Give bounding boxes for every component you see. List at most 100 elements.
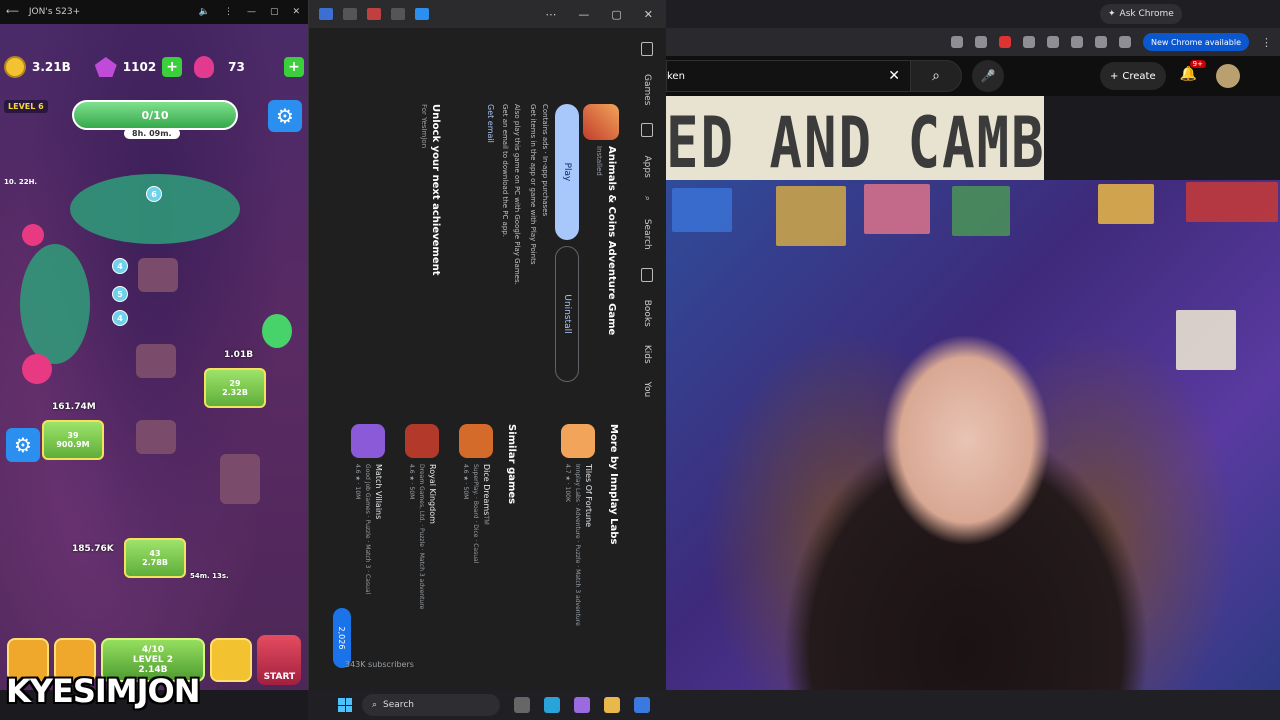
upgrade-card[interactable]: 39 900.9M	[42, 420, 104, 460]
like-count-fab[interactable]: 2,026	[333, 608, 351, 668]
close-icon[interactable]: ✕	[292, 7, 300, 17]
add-gems-button[interactable]: +	[162, 57, 183, 77]
build-gear-button[interactable]: ⚙	[6, 428, 40, 462]
achievement-card[interactable]: Unlock your next achievement For YesImJo…	[420, 104, 441, 364]
new-chrome-available-button[interactable]: New Chrome available	[1142, 33, 1249, 51]
count-bubble: 4	[112, 310, 128, 326]
channel-watermark: KYESIMJON	[6, 672, 201, 710]
youtube-search-input[interactable]: ken ✕	[666, 60, 910, 92]
clear-search-icon[interactable]: ✕	[888, 68, 910, 84]
resource-bar: 3.21B 1102 + 73 +	[4, 54, 304, 80]
search-icon: ⌕	[372, 700, 378, 710]
profile-icon[interactable]	[1118, 36, 1131, 48]
download-icon[interactable]	[1094, 36, 1107, 48]
more-icon[interactable]: ⋯	[545, 8, 556, 21]
creature-icon[interactable]	[22, 224, 44, 246]
puzzle-icon[interactable]	[1070, 36, 1083, 48]
back-icon[interactable]: ⟵	[6, 7, 19, 17]
get-email-link[interactable]: Get email	[486, 104, 495, 143]
browser-tab[interactable]	[415, 8, 429, 20]
more-by-heading[interactable]: More by Innplay Labs	[608, 424, 619, 544]
uninstall-button[interactable]: Uninstall	[555, 246, 579, 382]
taskbar-search-label: Search	[383, 700, 414, 710]
extension-icon[interactable]	[998, 36, 1011, 48]
settings-gear-button[interactable]: ⚙	[268, 100, 302, 132]
browser-tab[interactable]	[343, 8, 357, 20]
chrome-toolbar: New Chrome available ⋮	[666, 28, 1280, 56]
play-button[interactable]: Play	[555, 104, 579, 240]
nav-games[interactable]: Games	[642, 74, 652, 105]
minimize-icon[interactable]: —	[578, 8, 589, 21]
copilot-icon[interactable]	[574, 697, 590, 713]
games-icon[interactable]	[641, 42, 653, 56]
game-card-name: Match Villains	[374, 464, 383, 520]
menu-icon[interactable]: ⋮	[1261, 36, 1272, 49]
browser-tab[interactable]	[319, 8, 333, 20]
menu-icon[interactable]: ⋮	[224, 7, 233, 17]
game-card-meta: Innplay Labs · Adventure · Puzzle · Matc…	[574, 464, 581, 626]
rock-decoration	[138, 258, 178, 292]
notifications-bell-icon[interactable]: 🔔 9+	[1180, 60, 1206, 86]
upgrade-card-value: 2.78B	[142, 558, 168, 567]
app-note: Contains ads · In-app purchases	[541, 104, 549, 217]
volume-icon[interactable]: 🔈	[199, 7, 210, 17]
achievement-title: Unlock your next achievement	[430, 104, 441, 276]
count-bubble: 4	[112, 258, 128, 274]
app-install-status: Installed	[595, 146, 603, 176]
app-note: Get an email to download the PC app.	[501, 104, 509, 237]
game-screen[interactable]: 3.21B 1102 + 73 + LEVEL 6 0/10 8h. 09m. …	[0, 24, 308, 690]
phone-window-title: JON's S23+	[28, 7, 81, 17]
play-store-window: ⋯ — ▢ ✕ Games Apps ⌕ Search Books Kids Y	[308, 0, 667, 690]
search-button[interactable]: ⌕	[910, 60, 962, 92]
task-view-icon[interactable]	[514, 697, 530, 713]
similar-games-heading[interactable]: Similar games	[506, 424, 517, 504]
add-potions-button[interactable]: +	[284, 57, 304, 77]
upgrade-card[interactable]: 43 2.78B	[124, 538, 186, 578]
maximize-icon[interactable]: ▢	[270, 7, 279, 17]
close-icon[interactable]: ✕	[644, 8, 653, 21]
apps-icon[interactable]	[641, 123, 653, 138]
game-card[interactable]: Tiles Of Fortune Innplay Labs · Adventur…	[551, 424, 595, 626]
mic-icon[interactable]: 🎤	[972, 60, 1004, 92]
create-button[interactable]: + Create	[1100, 62, 1166, 90]
search-icon[interactable]: ⌕	[642, 196, 652, 201]
bookmark-star-icon[interactable]	[974, 36, 987, 48]
potion-icon	[194, 56, 215, 78]
ask-chrome-button[interactable]: ✦ Ask Chrome	[1100, 4, 1182, 24]
game-card[interactable]: Match Villains Good Job Games · Puzzle ·…	[341, 424, 385, 624]
nav-kids[interactable]: Kids	[642, 345, 652, 364]
game-card-meta: Dream Games, Ltd. · Puzzle · Match 3 adv…	[418, 464, 425, 610]
play-store-page[interactable]: Games Apps ⌕ Search Books Kids You Anima…	[309, 28, 667, 690]
avatar[interactable]	[1215, 64, 1240, 88]
game-card[interactable]: Dice Dreams™️ SuperPlay. · Board · Dice …	[449, 424, 493, 624]
creature-icon[interactable]	[22, 354, 52, 384]
browser-tab[interactable]	[367, 8, 381, 20]
extension-icon[interactable]	[1022, 36, 1035, 48]
new-chrome-label: New Chrome available	[1150, 37, 1241, 47]
store-icon[interactable]	[634, 697, 650, 713]
notification-badge: 9+	[1189, 60, 1206, 68]
minimize-icon[interactable]: —	[247, 7, 256, 17]
level-progress-bar[interactable]: 0/10	[72, 100, 238, 130]
nav-books[interactable]: Books	[642, 300, 652, 327]
taskbar-search[interactable]: ⌕ Search	[362, 694, 500, 716]
books-icon[interactable]	[641, 267, 653, 282]
game-card[interactable]: Royal Kingdom Dream Games, Ltd. · Puzzle…	[395, 424, 439, 624]
creature-icon[interactable]	[262, 314, 292, 348]
install-icon[interactable]	[950, 36, 963, 48]
nav-search[interactable]: Search	[642, 219, 652, 250]
edge-icon[interactable]	[544, 697, 560, 713]
extension-icon[interactable]	[1046, 36, 1059, 48]
play-store-nav: Games Apps ⌕ Search Books Kids You	[627, 28, 667, 690]
wall-poster	[776, 186, 846, 246]
achievement-subtitle: For YesImJon	[420, 104, 428, 149]
browser-tab[interactable]	[391, 8, 405, 20]
wall-poster	[864, 184, 930, 234]
file-explorer-icon[interactable]	[604, 697, 620, 713]
nav-apps[interactable]: Apps	[642, 155, 652, 177]
windows-start-icon[interactable]	[338, 698, 352, 712]
maximize-icon[interactable]: ▢	[611, 8, 621, 21]
nav-you[interactable]: You	[642, 382, 652, 398]
upgrade-card[interactable]: 29 2.32B	[204, 368, 266, 408]
stat-label: 185.76K	[72, 544, 114, 554]
